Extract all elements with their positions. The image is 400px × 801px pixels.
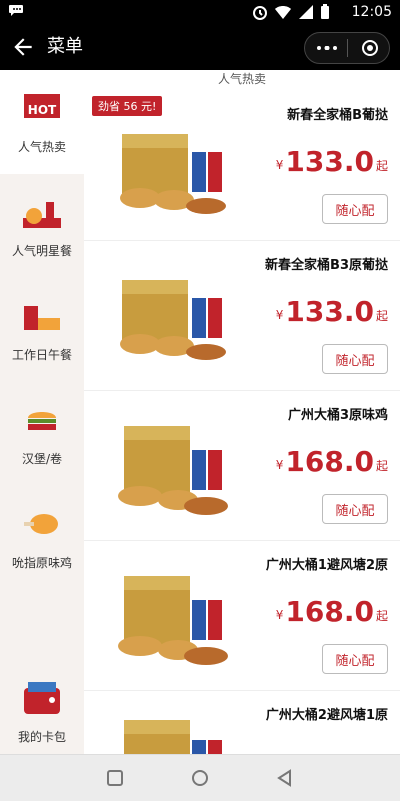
currency-symbol: ¥ [275, 158, 284, 172]
product-image [94, 402, 236, 530]
product-name: 广州大桶3原味鸡 [287, 408, 388, 423]
sidebar-item-label: 汉堡/卷 [21, 452, 63, 466]
price-suffix: 起 [375, 459, 388, 473]
status-bar: 12:05 [0, 0, 400, 24]
sidebar-item-label: 我的卡包 [17, 730, 66, 744]
wifi-icon [275, 6, 291, 19]
miniapp-capsule[interactable] [304, 32, 390, 64]
product-card[interactable]: 广州大桶2避风塘1原 [84, 690, 400, 754]
price-value: 168.0 [285, 595, 374, 628]
sidebar-item-label: 人气明星餐 [11, 244, 72, 258]
app-header: 菜单 [0, 24, 400, 70]
sidebar-item-chicken[interactable]: 吮指原味鸡 [0, 486, 84, 590]
chicken-icon [24, 514, 58, 534]
page-title: 菜单 [47, 36, 83, 57]
product-card[interactable]: 新春全家桶B3原葡挞 ¥ 133.0 起 随心配 [84, 240, 400, 391]
sidebar-item-lunch[interactable]: 工作日午餐 [0, 278, 84, 382]
price-suffix: 起 [375, 309, 388, 323]
currency-symbol: ¥ [275, 608, 284, 622]
price-value: 133.0 [285, 145, 374, 178]
currency-symbol: ¥ [275, 308, 284, 322]
customize-button[interactable]: 随心配 [322, 644, 388, 674]
sidebar-item-label: 工作日午餐 [11, 348, 72, 362]
product-name: 广州大桶1避风塘2原 [265, 558, 388, 573]
product-price: ¥ 133.0 起 [276, 146, 388, 178]
price-suffix: 起 [375, 609, 388, 623]
recent-apps-icon[interactable] [104, 767, 126, 789]
battery-icon [321, 4, 329, 19]
sidebar-item-star-meal[interactable]: 人气明星餐 [0, 174, 84, 278]
lunch-icon [24, 306, 60, 330]
product-image [94, 102, 236, 230]
customize-button[interactable]: 随心配 [322, 494, 388, 524]
capsule-divider [347, 39, 348, 57]
product-image [94, 702, 236, 754]
product-price: ¥ 133.0 起 [276, 296, 388, 328]
sidebar-item-burger[interactable]: 汉堡/卷 [0, 382, 84, 486]
close-target-icon[interactable] [361, 39, 379, 57]
product-price: ¥ 168.0 起 [276, 446, 388, 478]
hot-icon: HOT [24, 94, 60, 124]
product-image [94, 552, 236, 680]
price-value: 133.0 [285, 295, 374, 328]
home-icon[interactable] [189, 767, 211, 789]
signal-icon [299, 5, 313, 19]
svg-text:HOT: HOT [28, 103, 57, 117]
product-card[interactable]: 广州大桶1避风塘2原 ¥ 168.0 起 随心配 [84, 540, 400, 691]
product-image [94, 252, 236, 380]
burger-icon [28, 412, 56, 430]
customize-button[interactable]: 随心配 [322, 194, 388, 224]
product-name: 广州大桶2避风塘1原 [265, 708, 388, 723]
category-sidebar: HOT 人气热卖 人气明星餐 工作日午餐 汉堡/卷 吮指原味鸡 我的卡包 [0, 70, 84, 754]
back-triangle-icon[interactable] [274, 767, 296, 789]
sidebar-item-hot[interactable]: HOT 人气热卖 [0, 70, 84, 174]
meal-icon [23, 202, 61, 228]
status-time: 12:05 [351, 4, 392, 20]
alarm-icon [253, 6, 267, 20]
price-value: 168.0 [285, 445, 374, 478]
system-nav-bar [0, 754, 400, 801]
sidebar-item-label: 吮指原味鸡 [11, 556, 72, 570]
product-list: 人气热卖 劲省 56 元! 新春全家桶B葡挞 ¥ 133.0 起 随心配 新春全… [84, 70, 400, 754]
sidebar-item-label: 人气热卖 [17, 140, 66, 154]
price-suffix: 起 [375, 159, 388, 173]
section-title: 人气热卖 [217, 72, 266, 86]
sidebar-item-wallet[interactable]: 我的卡包 [0, 660, 84, 754]
promo-badge: 劲省 56 元! [92, 96, 163, 116]
product-price: ¥ 168.0 起 [276, 596, 388, 628]
more-icon[interactable] [317, 46, 337, 50]
currency-symbol: ¥ [275, 458, 284, 472]
wallet-icon [24, 682, 60, 714]
product-name: 新春全家桶B葡挞 [287, 108, 388, 123]
customize-button[interactable]: 随心配 [322, 344, 388, 374]
message-icon [9, 5, 23, 16]
product-name: 新春全家桶B3原葡挞 [265, 258, 388, 273]
back-arrow-icon[interactable] [10, 34, 36, 60]
product-card[interactable]: 广州大桶3原味鸡 ¥ 168.0 起 随心配 [84, 390, 400, 541]
product-card[interactable]: 劲省 56 元! 新春全家桶B葡挞 ¥ 133.0 起 随心配 [84, 90, 400, 241]
